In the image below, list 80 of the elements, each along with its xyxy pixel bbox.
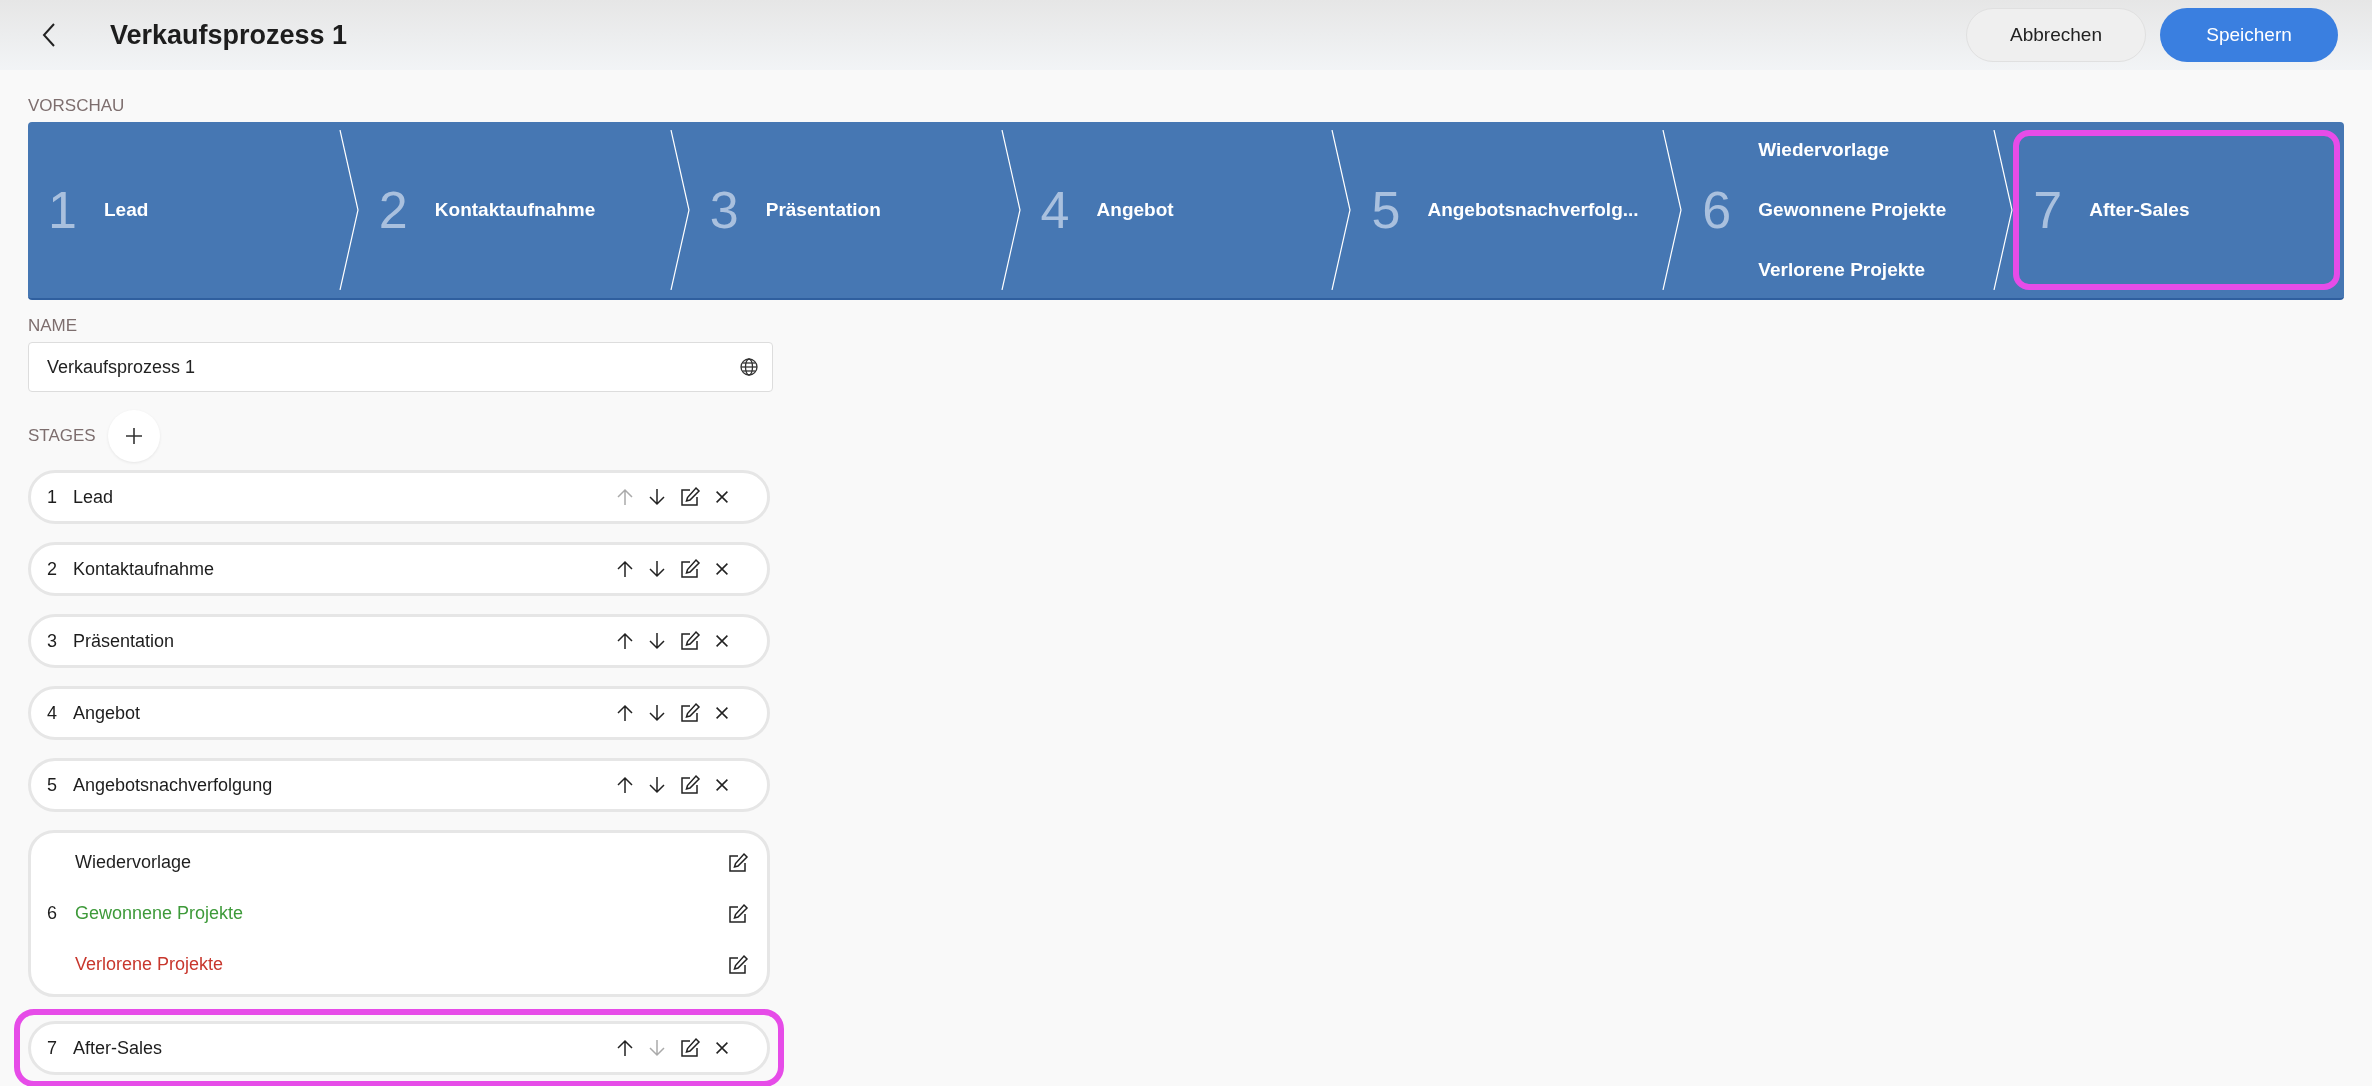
edit-icon[interactable] bbox=[679, 486, 701, 508]
stage-row[interactable]: 1 Lead bbox=[28, 470, 770, 524]
arrow-down-icon[interactable] bbox=[647, 487, 667, 507]
close-icon[interactable] bbox=[713, 560, 731, 578]
chevron-divider-icon bbox=[338, 130, 359, 290]
stage-row[interactable]: 3 Präsentation bbox=[28, 614, 770, 668]
chevron-divider-icon bbox=[1993, 130, 2014, 290]
stage-label: Kontaktaufnahme bbox=[434, 199, 596, 221]
edit-icon[interactable] bbox=[727, 953, 749, 976]
arrow-down-icon[interactable] bbox=[647, 775, 667, 795]
stage-label: Wiedervorlage bbox=[1758, 139, 1891, 161]
close-icon[interactable] bbox=[713, 632, 731, 650]
arrow-up-icon[interactable] bbox=[615, 559, 635, 579]
page-title: Verkaufsprozess 1 bbox=[110, 19, 348, 51]
chevron-divider-icon bbox=[1000, 130, 1021, 290]
stage-name: After-Sales bbox=[73, 1037, 164, 1059]
stage-number: 6 bbox=[47, 903, 58, 924]
stage-name: Kontaktaufnahme bbox=[73, 558, 216, 580]
outcome-name: Verlorene Projekte bbox=[75, 954, 224, 975]
stage-label: Angebot bbox=[1096, 199, 1174, 221]
stage-number: 3 bbox=[709, 180, 740, 240]
edit-icon[interactable] bbox=[727, 851, 749, 874]
arrow-down-icon[interactable] bbox=[647, 631, 667, 651]
arrow-down-icon[interactable] bbox=[647, 559, 667, 579]
stage-number: 5 bbox=[1371, 180, 1402, 240]
arrow-up-icon[interactable] bbox=[615, 775, 635, 795]
stage-number: 7 bbox=[47, 1037, 58, 1059]
stage-name: Angebotsnachverfolgung bbox=[73, 774, 274, 796]
close-icon[interactable] bbox=[713, 1039, 731, 1057]
cancel-button[interactable]: Abbrechen bbox=[1966, 8, 2146, 62]
stage-row[interactable]: 5 Angebotsnachverfolgung bbox=[28, 758, 770, 812]
edit-icon[interactable] bbox=[727, 902, 749, 925]
arrow-down-icon[interactable] bbox=[647, 703, 667, 723]
outcome-name: Gewonnene Projekte bbox=[75, 903, 244, 924]
stage-number: 3 bbox=[47, 630, 58, 652]
stage-number: 1 bbox=[48, 180, 78, 240]
section-label: NAME bbox=[28, 316, 79, 336]
stage-name: Lead bbox=[73, 486, 115, 508]
edit-icon[interactable] bbox=[679, 774, 701, 796]
stage-number: 2 bbox=[47, 558, 58, 580]
stage-name: Präsentation bbox=[73, 630, 176, 652]
close-icon[interactable] bbox=[713, 704, 731, 722]
stage-number: 7 bbox=[2033, 180, 2064, 240]
edit-icon[interactable] bbox=[679, 702, 701, 724]
stage-number: 4 bbox=[47, 702, 58, 724]
stage-label: Lead bbox=[104, 199, 149, 221]
edit-icon[interactable] bbox=[679, 1037, 701, 1059]
arrow-up-icon[interactable] bbox=[615, 703, 635, 723]
stage-number: 1 bbox=[47, 486, 58, 508]
chevron-divider-icon bbox=[669, 130, 690, 290]
stage-label: Verlorene Projekte bbox=[1758, 259, 1927, 281]
outcome-name: Wiedervorlage bbox=[75, 852, 192, 873]
save-button[interactable]: Speichern bbox=[2160, 8, 2338, 62]
stage-number: 4 bbox=[1040, 180, 1071, 240]
stage-label: Präsentation bbox=[765, 199, 881, 221]
section-label: VORSCHAU bbox=[28, 96, 126, 116]
stage-row[interactable]: 7 After-Sales bbox=[28, 1021, 770, 1075]
close-icon[interactable] bbox=[713, 776, 731, 794]
stage-number: 5 bbox=[47, 774, 58, 796]
stage-label: Angebotsnachverfolg... bbox=[1427, 199, 1639, 221]
arrow-up-icon[interactable] bbox=[615, 631, 635, 651]
add-button[interactable] bbox=[107, 410, 160, 462]
stage-row[interactable]: 2 Kontaktaufnahme bbox=[28, 542, 770, 596]
chevron-divider-icon bbox=[1662, 130, 1683, 290]
section-label: STAGES bbox=[28, 426, 96, 446]
stage-number: 2 bbox=[378, 180, 409, 240]
stage-label: After-Sales bbox=[2089, 199, 2190, 221]
chevron-divider-icon bbox=[1331, 130, 1352, 290]
back-chevron-icon[interactable] bbox=[42, 22, 56, 48]
close-icon[interactable] bbox=[713, 488, 731, 506]
stage-label: Gewonnene Projekte bbox=[1758, 199, 1947, 221]
name-input-field[interactable]: Verkaufsprozess 1 bbox=[28, 342, 773, 392]
stage-number: 6 bbox=[1702, 180, 1733, 240]
edit-icon[interactable] bbox=[679, 630, 701, 652]
edit-icon[interactable] bbox=[679, 558, 701, 580]
arrow-up-icon[interactable] bbox=[615, 1038, 635, 1058]
plus-icon[interactable] bbox=[123, 426, 144, 446]
stage-row[interactable]: 4 Angebot bbox=[28, 686, 770, 740]
stage-name: Angebot bbox=[73, 702, 142, 724]
globe-icon[interactable] bbox=[739, 357, 759, 377]
